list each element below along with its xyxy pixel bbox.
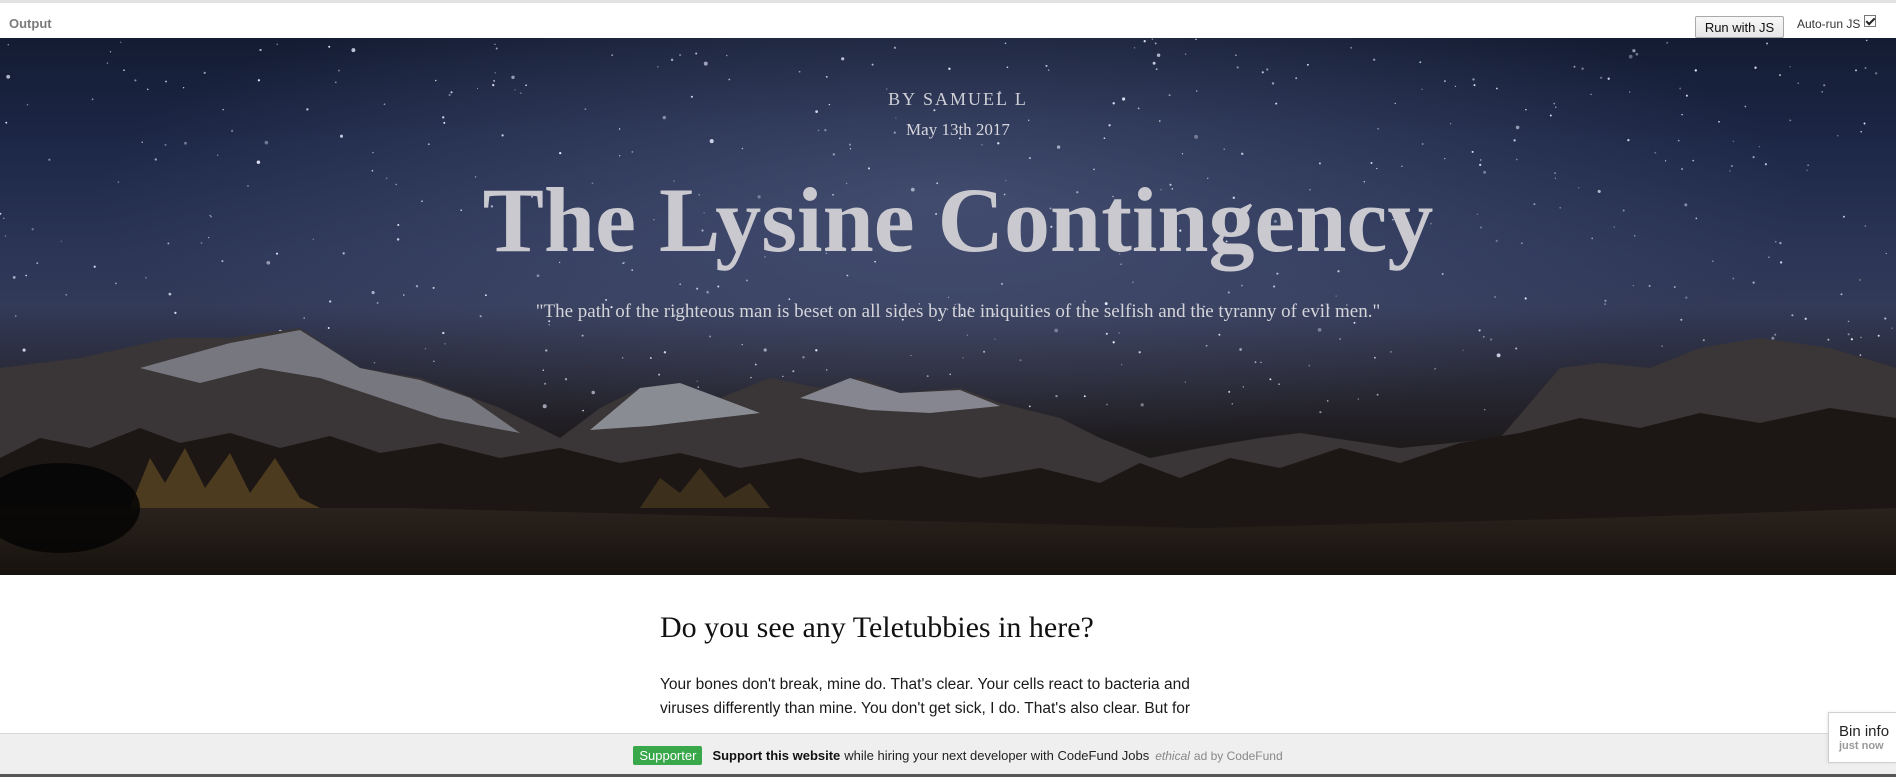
output-label: Output [9,16,52,31]
ad-headline[interactable]: Support this website [712,748,840,763]
bin-info-title: Bin info [1839,723,1890,740]
hero-banner: BY SAMUEL L May 13th 2017 The Lysine Con… [0,38,1896,575]
autorun-toggle[interactable]: Auto-run JS [1797,15,1877,31]
autorun-label: Auto-run JS [1797,17,1861,31]
article-heading: Do you see any Teletubbies in here? [660,611,1094,644]
article-paragraph: Your bones don't break, mine do. That's … [660,676,1191,717]
ad-by-codefund-link[interactable]: ad by CodeFund [1194,749,1283,763]
codefund-ad-bar[interactable]: Supporter Support this website while hir… [0,733,1896,777]
ad-text[interactable]: while hiring your next developer with Co… [844,748,1149,763]
post-title: The Lysine Contingency [482,169,1434,271]
run-with-js-button[interactable]: Run with JS [1695,16,1784,38]
bin-info-timestamp: just now [1839,740,1884,752]
post-quote: "The path of the righteous man is beset … [535,301,1381,322]
autorun-checkbox[interactable] [1864,15,1877,27]
post-date: May 13th 2017 [906,120,1010,139]
output-bar: Output Run with JS Auto-run JS [0,0,1896,38]
bin-info-widget[interactable]: Bin info just now [1828,712,1896,763]
article: Do you see any Teletubbies in here? Your… [660,575,1220,721]
supporter-badge: Supporter [633,746,703,765]
post-byline: BY SAMUEL L [888,89,1028,109]
ad-content[interactable]: Supporter Support this website while hir… [633,746,1283,765]
ad-ethical-label: ethical [1155,748,1190,763]
